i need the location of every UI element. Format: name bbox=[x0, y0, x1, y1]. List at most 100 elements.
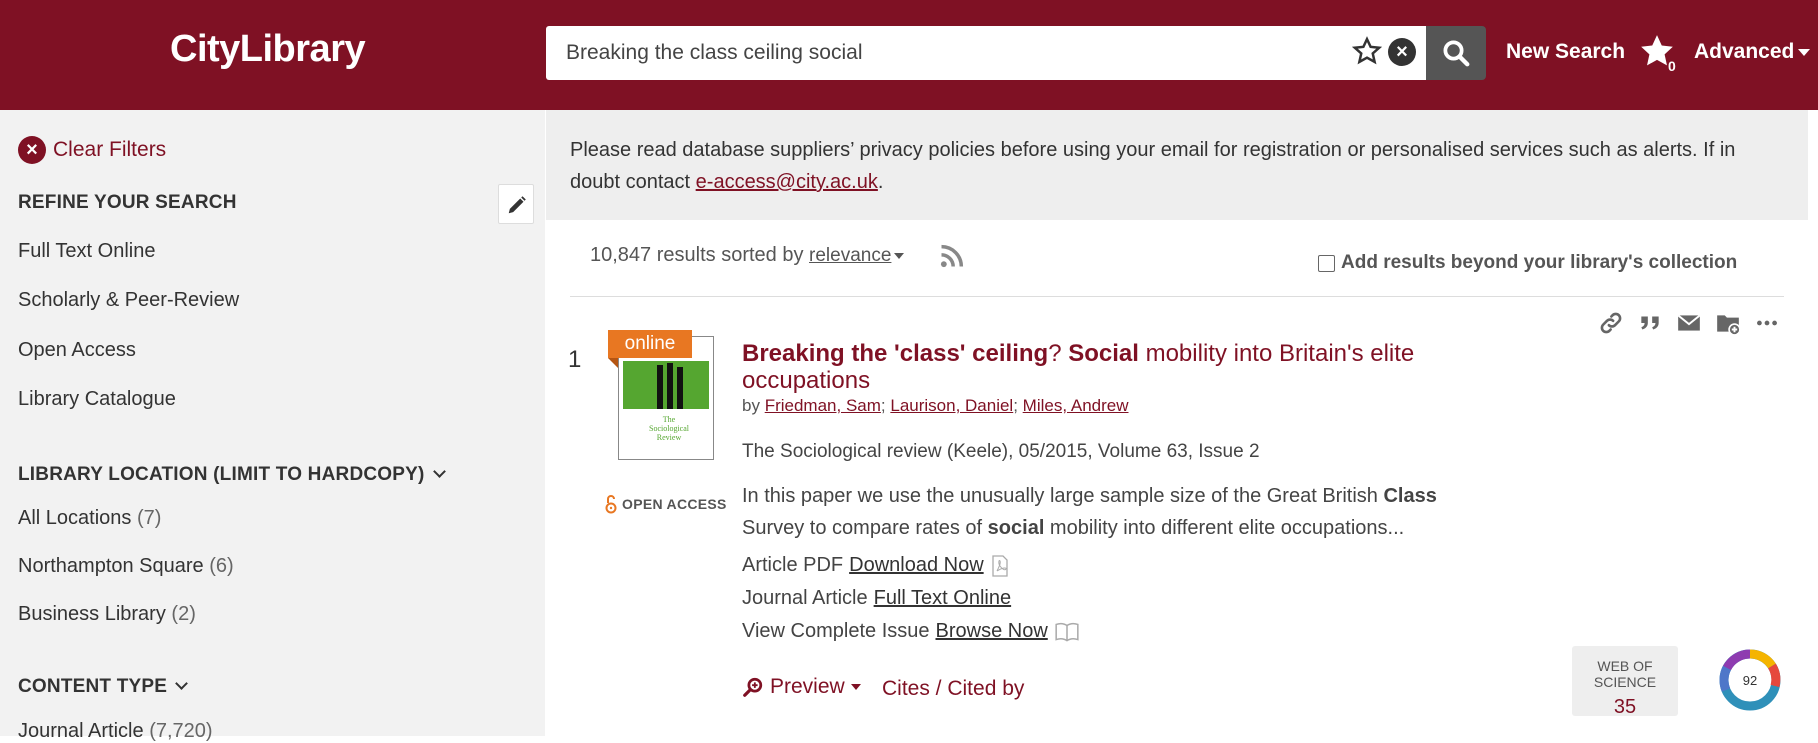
link-icon[interactable] bbox=[1598, 310, 1624, 336]
filters-sidebar: × Clear Filters REFINE YOUR SEARCH Full … bbox=[0, 110, 545, 742]
cover-figures bbox=[657, 363, 683, 409]
pencil-icon bbox=[508, 196, 526, 214]
saved-items-count: 0 bbox=[1668, 58, 1676, 74]
open-lock-icon bbox=[605, 495, 617, 514]
content-count: (7,720) bbox=[149, 720, 213, 742]
caret-down-icon bbox=[850, 684, 861, 690]
chevron-down-icon bbox=[432, 465, 446, 478]
caret-down-icon[interactable] bbox=[894, 252, 905, 259]
altmetric-score: 92 bbox=[1743, 673, 1757, 688]
wos-label: WEB OF SCIENCE bbox=[1593, 658, 1657, 690]
content-type-heading[interactable]: CONTENT TYPE bbox=[18, 676, 189, 698]
caret-down-icon bbox=[1798, 48, 1811, 56]
top-header: CityLibrary × New Search 0 Advanced bbox=[0, 0, 1818, 110]
search-box bbox=[546, 26, 1426, 80]
location-label: Business Library bbox=[18, 603, 166, 625]
location-business-library[interactable]: Business Library (2) bbox=[18, 603, 196, 626]
sort-dropdown[interactable]: relevance bbox=[809, 245, 891, 266]
results-count: 10,847 results sorted by bbox=[590, 244, 804, 266]
result-title-link[interactable]: Breaking the 'class' ceiling? Social mob… bbox=[742, 340, 1502, 394]
full-text-online-link[interactable]: Full Text Online bbox=[874, 587, 1011, 610]
preview-label: Preview bbox=[770, 675, 845, 698]
search-input[interactable] bbox=[566, 26, 1326, 80]
preview-dropdown[interactable]: Preview bbox=[742, 675, 861, 699]
title-highlight: Social bbox=[1068, 340, 1139, 367]
link-prefix: Journal Article bbox=[742, 587, 868, 609]
cover-title: The Sociological Review bbox=[649, 415, 689, 442]
site-logo[interactable]: CityLibrary bbox=[170, 28, 366, 71]
link-prefix: View Complete Issue bbox=[742, 620, 930, 642]
publication-info: The Sociological review (Keele), 05/2015… bbox=[742, 441, 1260, 462]
save-search-star-icon[interactable] bbox=[1352, 36, 1382, 66]
location-heading[interactable]: LIBRARY LOCATION (LIMIT TO HARDCOPY) bbox=[18, 464, 446, 486]
advanced-label: Advanced bbox=[1694, 40, 1795, 63]
location-label: All Locations bbox=[18, 507, 132, 529]
result-actions bbox=[1598, 310, 1780, 336]
browse-now-link[interactable]: Browse Now bbox=[936, 620, 1048, 643]
beyond-collection-label: Add results beyond your library's collec… bbox=[1341, 252, 1738, 273]
abstract-text: mobility into different elite occupation… bbox=[1044, 517, 1405, 539]
pdf-icon[interactable] bbox=[990, 554, 1010, 577]
beyond-collection-checkbox[interactable] bbox=[1318, 254, 1335, 272]
clear-filters-button[interactable]: × Clear Filters bbox=[18, 136, 166, 164]
author-link[interactable]: Friedman, Sam bbox=[765, 396, 881, 415]
by-label: by bbox=[742, 396, 760, 415]
privacy-notice: Please read database suppliers’ privacy … bbox=[546, 110, 1808, 220]
article-pdf-row: Article PDF Download Now bbox=[742, 554, 1010, 577]
filter-full-text-online[interactable]: Full Text Online bbox=[18, 240, 155, 263]
browse-issue-row: View Complete Issue Browse Now bbox=[742, 620, 1080, 643]
abstract-highlight: Class bbox=[1383, 485, 1437, 507]
add-to-folder-icon[interactable] bbox=[1715, 310, 1741, 336]
author-link[interactable]: Laurison, Daniel bbox=[890, 396, 1013, 415]
open-access-badge: OPEN ACCESS bbox=[604, 494, 727, 514]
location-all[interactable]: All Locations (7) bbox=[18, 507, 161, 530]
cites-cited-by-link[interactable]: Cites / Cited by bbox=[882, 677, 1024, 701]
location-heading-label: LIBRARY LOCATION (LIMIT TO HARDCOPY) bbox=[18, 464, 425, 485]
cite-quote-icon[interactable] bbox=[1637, 310, 1663, 336]
location-label: Northampton Square bbox=[18, 555, 204, 577]
edit-filters-button[interactable] bbox=[498, 184, 534, 224]
filter-scholarly[interactable]: Scholarly & Peer-Review bbox=[18, 289, 239, 312]
title-highlight: Breaking the 'class' ceiling bbox=[742, 340, 1049, 367]
results-summary: 10,847 results sorted by relevance bbox=[590, 244, 905, 267]
location-count: (7) bbox=[136, 507, 162, 529]
author-link[interactable]: Miles, Andrew bbox=[1023, 396, 1129, 415]
result-authors: by Friedman, Sam; Laurison, Daniel; Mile… bbox=[742, 396, 1129, 415]
clear-filters-label: Clear Filters bbox=[53, 138, 167, 161]
new-search-link[interactable]: New Search bbox=[1506, 40, 1625, 64]
content-journal-article[interactable]: Journal Article (7,720) bbox=[18, 720, 213, 743]
title-part: ? bbox=[1048, 340, 1069, 367]
open-access-label: OPEN ACCESS bbox=[622, 496, 727, 512]
abstract-text: In this paper we use the unusually large… bbox=[742, 485, 1384, 507]
altmetric-donut[interactable]: 92 bbox=[1718, 648, 1782, 712]
wos-citation-count: 35 bbox=[1613, 696, 1637, 718]
email-icon[interactable] bbox=[1676, 310, 1702, 336]
contact-email-link[interactable]: e-access@city.ac.uk bbox=[696, 171, 878, 193]
more-options-icon[interactable] bbox=[1754, 310, 1780, 336]
open-book-icon[interactable] bbox=[1054, 621, 1080, 643]
beyond-collection-toggle[interactable]: Add results beyond your library's collec… bbox=[1318, 252, 1737, 274]
content-label: Journal Article bbox=[18, 720, 144, 742]
filter-open-access[interactable]: Open Access bbox=[18, 339, 136, 362]
preview-magnifier-icon bbox=[743, 677, 763, 697]
advanced-search-menu[interactable]: Advanced bbox=[1694, 40, 1811, 64]
results-main: Please read database suppliers’ privacy … bbox=[546, 110, 1818, 736]
chevron-down-icon bbox=[175, 677, 189, 690]
abstract-text: Survey to compare rates of bbox=[742, 517, 988, 539]
filter-library-catalogue[interactable]: Library Catalogue bbox=[18, 388, 176, 411]
location-count: (6) bbox=[209, 555, 234, 577]
divider bbox=[570, 296, 1784, 297]
download-now-link[interactable]: Download Now bbox=[849, 554, 984, 577]
rss-feed-icon[interactable] bbox=[938, 242, 966, 270]
clear-search-icon[interactable]: × bbox=[1388, 38, 1416, 66]
web-of-science-badge[interactable]: WEB OF SCIENCE 35 bbox=[1572, 646, 1678, 718]
location-northampton-square[interactable]: Northampton Square (6) bbox=[18, 555, 234, 578]
search-button[interactable] bbox=[1426, 26, 1486, 80]
notice-end: . bbox=[877, 171, 884, 193]
search-icon bbox=[1443, 40, 1470, 67]
clear-circle-icon: × bbox=[18, 136, 46, 164]
result-abstract: In this paper we use the unusually large… bbox=[742, 480, 1522, 544]
location-count: (2) bbox=[171, 603, 196, 625]
link-prefix: Article PDF bbox=[742, 554, 844, 576]
refine-heading: REFINE YOUR SEARCH bbox=[18, 192, 237, 213]
